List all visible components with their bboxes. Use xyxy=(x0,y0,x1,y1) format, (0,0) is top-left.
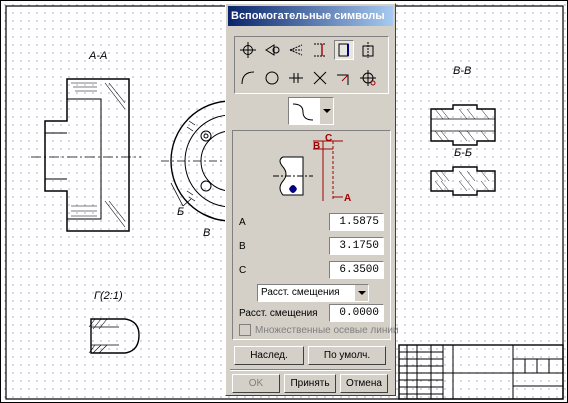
detail-g-drawing xyxy=(88,318,140,354)
line-style-preview-icon xyxy=(292,103,314,121)
checkbox-box[interactable] xyxy=(239,324,251,336)
arrow-mark-icon[interactable] xyxy=(286,40,306,60)
view-label-g: Г(2:1) xyxy=(94,290,123,302)
angle-icon[interactable] xyxy=(334,68,354,88)
param-a-field[interactable]: 1.5875 xyxy=(329,213,384,231)
cancel-button[interactable]: Отмена xyxy=(340,374,388,393)
view-label-vv: В-В xyxy=(453,65,472,77)
param-a-label: A xyxy=(239,217,246,228)
offset-field[interactable]: 0.0000 xyxy=(329,304,384,322)
section-bb-drawing xyxy=(430,166,496,196)
section-aa-drawing xyxy=(31,78,141,232)
ok-button[interactable]: OK xyxy=(232,374,280,393)
title-block xyxy=(398,344,564,400)
view-label-bb: Б-Б xyxy=(454,147,472,159)
symbol-toolbar xyxy=(234,36,389,94)
thread-icon[interactable] xyxy=(334,40,354,60)
line-style-dropdown[interactable] xyxy=(288,97,334,125)
marker-label-v: В xyxy=(203,227,211,239)
circle-icon[interactable] xyxy=(262,68,282,88)
thread-preview-diagram xyxy=(273,140,343,201)
thread-section-icon[interactable] xyxy=(358,40,378,60)
preview-label-c: C xyxy=(325,133,333,144)
auxiliary-symbols-dialog: Вспомогательные символы C B A A 1.5875 B… xyxy=(225,3,399,396)
section-vv-drawing xyxy=(430,104,496,146)
cone-mark-icon[interactable] xyxy=(262,40,282,60)
multiple-axes-label: Множественные осевые линии xyxy=(255,324,399,336)
break-line-icon[interactable] xyxy=(286,68,306,88)
param-c-field[interactable]: 6.3500 xyxy=(329,261,384,279)
param-b-label: B xyxy=(239,241,246,252)
multiple-axes-checkbox[interactable]: Множественные осевые линии xyxy=(239,324,399,336)
offset-label: Расст. смещения xyxy=(239,308,318,319)
center-mark-icon[interactable] xyxy=(238,40,258,60)
cross-icon[interactable] xyxy=(310,68,330,88)
preview-label-b: B xyxy=(313,141,321,152)
offset-mode-dropdown[interactable]: Расст. смещения xyxy=(257,284,369,302)
accept-button[interactable]: Принять xyxy=(284,374,336,393)
axis-line-icon[interactable] xyxy=(310,40,330,60)
hole-pattern-icon[interactable] xyxy=(358,68,378,88)
arc-icon[interactable] xyxy=(238,68,258,88)
offset-mode-value: Расст. смещения xyxy=(261,287,340,298)
param-c-label: C xyxy=(239,265,247,276)
chevron-down-icon[interactable] xyxy=(319,98,333,124)
chevron-down-icon[interactable] xyxy=(354,285,368,301)
params-panel: C B A A 1.5875 B 3.1750 C 6.3500 Расст. … xyxy=(232,130,399,340)
button-divider xyxy=(230,369,391,371)
marker-label-b: Б xyxy=(177,206,185,218)
param-b-field[interactable]: 3.1750 xyxy=(329,237,384,255)
default-button[interactable]: По умолч. xyxy=(308,346,386,365)
view-label-aa: А-А xyxy=(89,50,108,62)
preview-label-a: A xyxy=(344,193,352,204)
dialog-title[interactable]: Вспомогательные символы xyxy=(228,6,393,26)
inherit-button[interactable]: Наслед. xyxy=(234,346,304,365)
